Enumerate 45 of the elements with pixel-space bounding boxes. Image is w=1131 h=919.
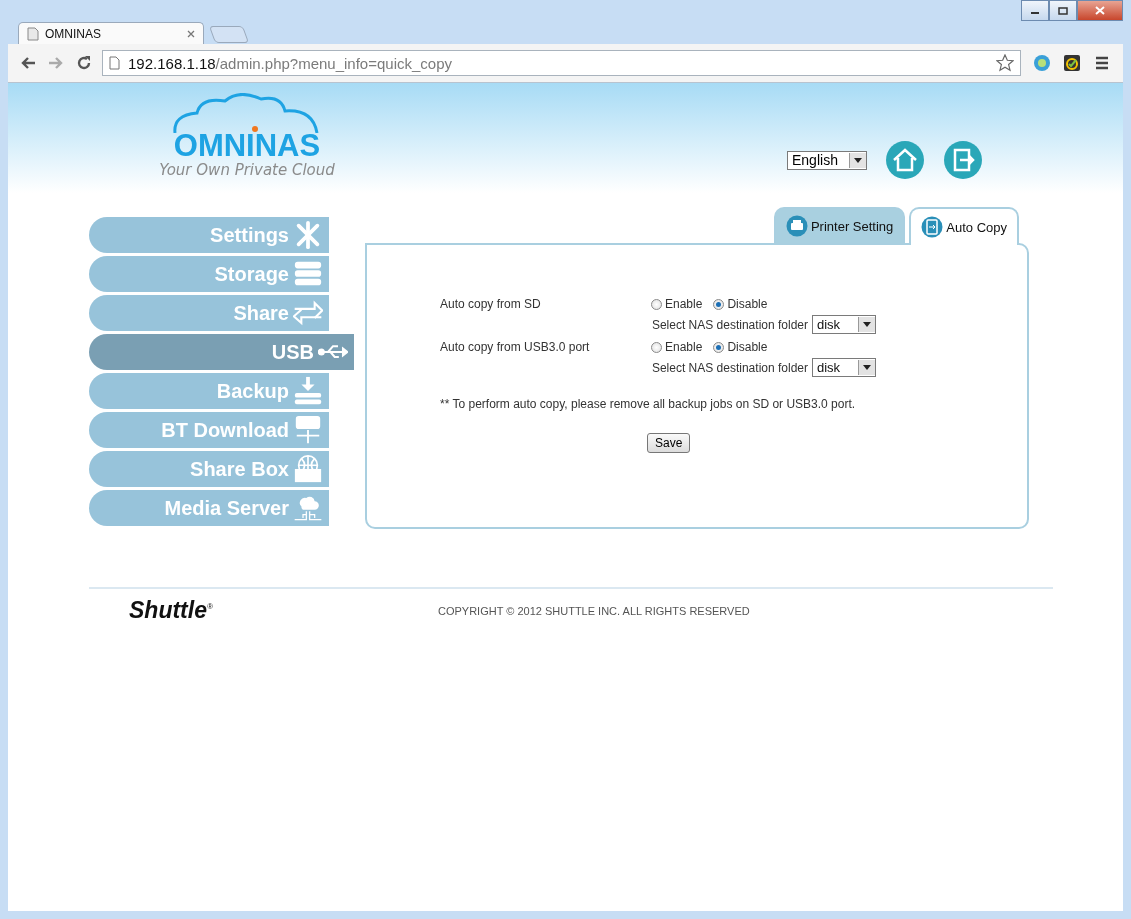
torrent-icon xyxy=(293,415,323,445)
radio-button[interactable] xyxy=(651,341,662,353)
page-icon xyxy=(109,56,120,70)
copy-icon xyxy=(921,216,944,238)
tab[interactable]: Printer Setting xyxy=(773,207,906,243)
brand-logo: Shuttle$^{®}$ xyxy=(128,597,214,624)
close-button[interactable] xyxy=(1077,0,1123,21)
back-icon[interactable] xyxy=(20,56,36,70)
printer-icon xyxy=(785,215,808,237)
radio-label: Disable xyxy=(727,297,768,311)
home-icon[interactable] xyxy=(885,140,925,180)
menu-icon[interactable] xyxy=(1095,56,1109,70)
folder-select[interactable]: disk xyxy=(812,315,876,334)
folder-label: Select NAS destination folder xyxy=(651,360,808,375)
setting-label: Auto copy from USB3.0 port xyxy=(440,340,591,356)
note-text: ** To perform auto copy, please remove all backup jobs on SD or USB3.0 port. xyxy=(440,397,857,411)
maximize-icon[interactable] xyxy=(1058,6,1068,15)
folder-select[interactable]: disk xyxy=(812,358,876,377)
radio-button[interactable] xyxy=(713,298,725,310)
caret-icon[interactable] xyxy=(854,157,862,163)
page-icon xyxy=(27,26,39,41)
close-icon[interactable] xyxy=(187,29,195,38)
save-button[interactable]: Save xyxy=(647,433,691,453)
caret-icon[interactable] xyxy=(863,365,871,370)
tab[interactable]: Auto Copy xyxy=(909,207,1019,245)
radio-label: Disable xyxy=(727,340,768,354)
star-icon[interactable] xyxy=(996,54,1014,72)
language-select[interactable]: English xyxy=(787,150,867,170)
browser-tab[interactable]: OMNINAS xyxy=(18,22,204,44)
maximize-button[interactable] xyxy=(1049,0,1077,21)
setting-label: Auto copy from SD xyxy=(440,297,542,313)
radio-button[interactable] xyxy=(651,298,662,310)
reload-icon[interactable] xyxy=(76,55,92,71)
folder-label: Select NAS destination folder xyxy=(651,317,808,332)
address-bar[interactable]: 192.168.1.18/admin.php?menu_info=quick_copy xyxy=(102,50,1021,76)
extension-icon[interactable] xyxy=(1063,54,1081,72)
radio-label: Enable xyxy=(665,297,703,311)
minimize-button[interactable] xyxy=(1021,0,1049,21)
globe-box-icon xyxy=(293,454,323,484)
radio-button[interactable] xyxy=(713,341,725,353)
download-icon xyxy=(293,376,323,406)
logout-icon[interactable] xyxy=(943,140,983,180)
copyright-text: COPYRIGHT © 2012 SHUTTLE INC. ALL RIGHTS RESERVED xyxy=(438,605,750,617)
caret-icon[interactable] xyxy=(863,322,871,327)
radio-label: Enable xyxy=(665,340,703,354)
